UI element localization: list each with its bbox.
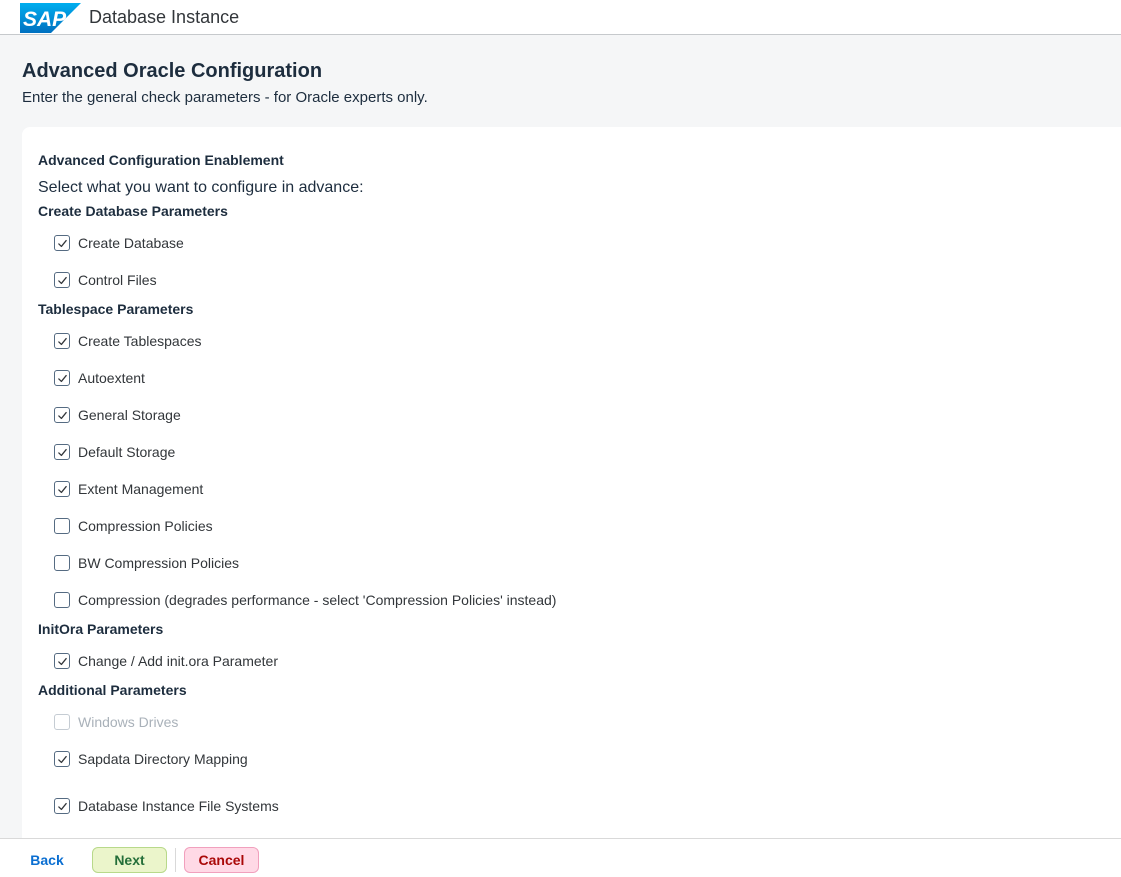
checkbox-label: Autoextent xyxy=(78,370,145,386)
checkbox-box[interactable] xyxy=(54,798,70,814)
checkbox-autoextent[interactable]: Autoextent xyxy=(54,368,145,388)
section-title-initora: InitOra Parameters xyxy=(38,621,164,637)
checkbox-box[interactable] xyxy=(54,481,70,497)
checkbox-label: General Storage xyxy=(78,407,181,423)
checkmark-icon xyxy=(57,802,67,810)
sap-logo-text: SAP xyxy=(23,8,67,31)
shell-header: SAP Database Instance xyxy=(0,0,1121,35)
next-button[interactable]: Next xyxy=(92,847,167,873)
page-title: Advanced Oracle Configuration xyxy=(22,60,323,82)
footer-separator xyxy=(175,848,176,872)
checkbox-label: BW Compression Policies xyxy=(78,555,240,571)
checkbox-create-tablespaces[interactable]: Create Tablespaces xyxy=(54,331,201,351)
checkbox-sapdata-directory-mapping[interactable]: Sapdata Directory Mapping xyxy=(54,749,248,769)
checkbox-label: Sapdata Directory Mapping xyxy=(78,751,248,767)
footer-toolbar: Back Next Cancel xyxy=(0,838,1121,877)
panel-heading: Advanced Configuration Enablement xyxy=(38,152,284,168)
checkbox-database-instance-file-systems[interactable]: Database Instance File Systems xyxy=(54,796,279,816)
checkbox-box[interactable] xyxy=(54,555,70,571)
checkmark-icon xyxy=(57,755,67,763)
checkmark-icon xyxy=(57,337,67,345)
checkbox-box[interactable] xyxy=(54,518,70,534)
checkbox-compression[interactable]: Compression (degrades performance - sele… xyxy=(54,590,556,610)
checkbox-default-storage[interactable]: Default Storage xyxy=(54,442,175,462)
checkbox-label: Create Tablespaces xyxy=(78,333,202,349)
checkbox-bw-compression-policies[interactable]: BW Compression Policies xyxy=(54,553,239,573)
section-title-tablespace: Tablespace Parameters xyxy=(38,301,194,317)
checkmark-icon xyxy=(57,657,67,665)
cancel-button[interactable]: Cancel xyxy=(184,847,259,873)
checkmark-icon xyxy=(57,276,67,284)
configuration-panel: Advanced Configuration Enablement Select… xyxy=(22,127,1121,838)
checkbox-box[interactable] xyxy=(54,235,70,251)
checkbox-label: Default Storage xyxy=(78,444,176,460)
sap-logo: SAP xyxy=(20,3,81,33)
checkbox-box[interactable] xyxy=(54,272,70,288)
checkmark-icon xyxy=(57,411,67,419)
checkbox-label: Compression Policies xyxy=(78,518,213,534)
checkbox-box[interactable] xyxy=(54,653,70,669)
checkbox-box[interactable] xyxy=(54,751,70,767)
checkbox-windows-drives[interactable]: Windows Drives xyxy=(54,712,178,732)
checkmark-icon xyxy=(57,239,67,247)
checkbox-box[interactable] xyxy=(54,407,70,423)
checkbox-label: Change / Add init.ora Parameter xyxy=(78,653,279,669)
checkbox-label: Extent Management xyxy=(78,481,204,497)
app-title: Database Instance xyxy=(89,7,240,27)
checkbox-box[interactable] xyxy=(54,714,70,730)
checkbox-box[interactable] xyxy=(54,592,70,608)
checkbox-label: Windows Drives xyxy=(78,714,179,730)
section-title-create-database: Create Database Parameters xyxy=(38,203,228,219)
checkbox-box[interactable] xyxy=(54,370,70,386)
checkbox-label: Create Database xyxy=(78,235,184,251)
checkbox-box[interactable] xyxy=(54,333,70,349)
checkmark-icon xyxy=(57,374,67,382)
checkbox-label: Database Instance File Systems xyxy=(78,798,279,814)
checkbox-general-storage[interactable]: General Storage xyxy=(54,405,181,425)
checkbox-compression-policies[interactable]: Compression Policies xyxy=(54,516,213,536)
checkbox-extent-management[interactable]: Extent Management xyxy=(54,479,203,499)
panel-intro: Select what you want to configure in adv… xyxy=(38,179,364,196)
checkbox-create-database[interactable]: Create Database xyxy=(54,233,184,253)
checkbox-change-add-init-ora[interactable]: Change / Add init.ora Parameter xyxy=(54,651,278,671)
page-subtitle: Enter the general check parameters - for… xyxy=(22,89,428,106)
section-title-additional: Additional Parameters xyxy=(38,682,187,698)
checkbox-control-files[interactable]: Control Files xyxy=(54,270,157,290)
back-button[interactable]: Back xyxy=(22,847,72,873)
checkmark-icon xyxy=(57,485,67,493)
checkmark-icon xyxy=(57,448,67,456)
checkbox-label: Compression (degrades performance - sele… xyxy=(78,592,557,608)
checkbox-box[interactable] xyxy=(54,444,70,460)
checkbox-label: Control Files xyxy=(78,272,157,288)
